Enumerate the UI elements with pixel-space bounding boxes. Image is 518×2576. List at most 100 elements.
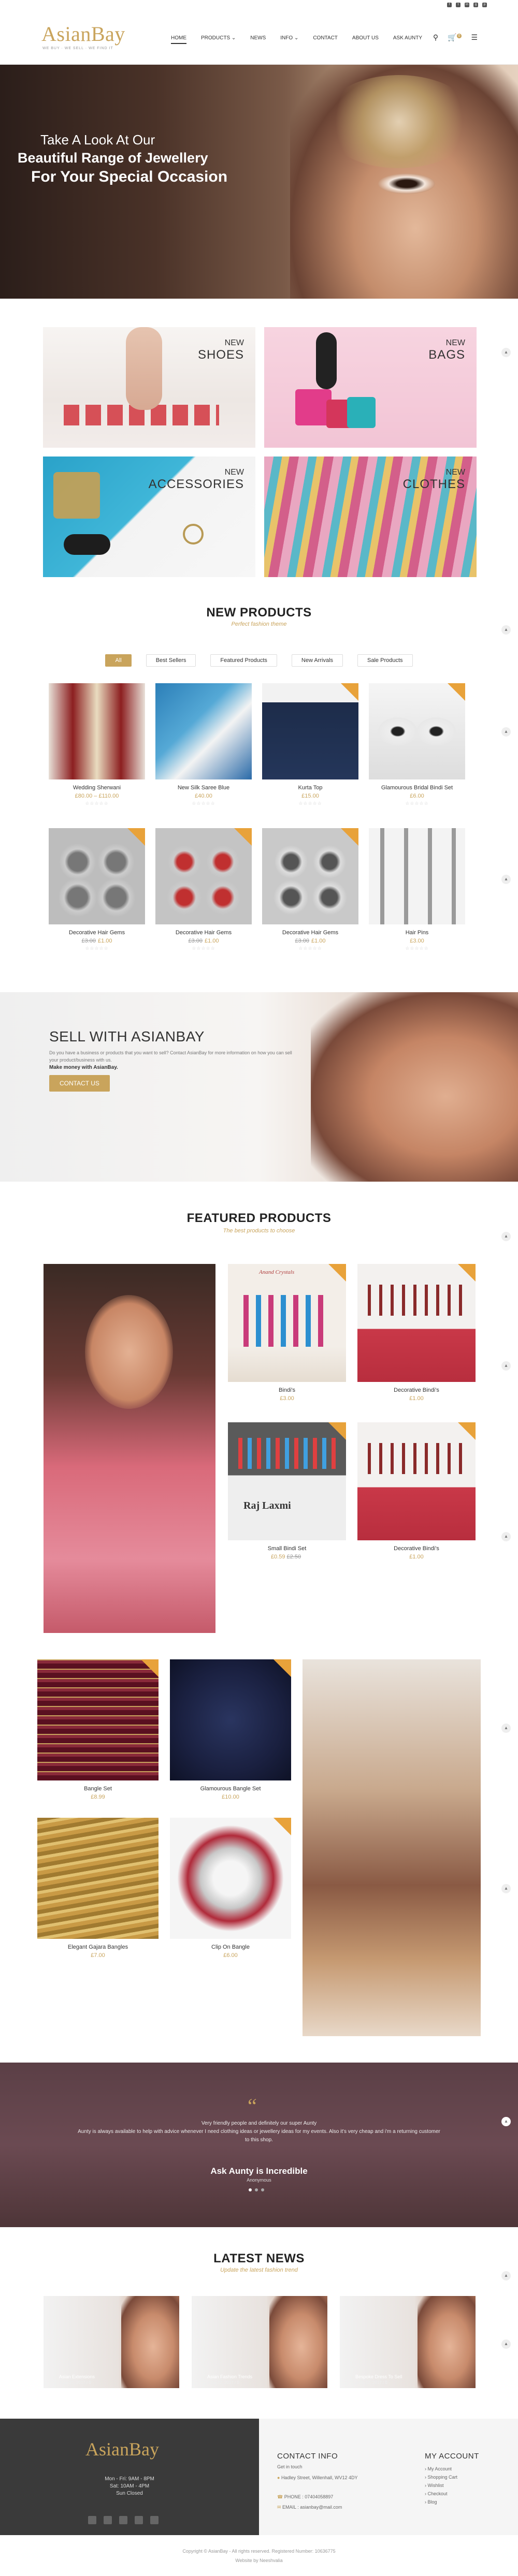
category-tile-bags[interactable]: NEW BAGS bbox=[264, 327, 477, 448]
tab-best-sellers[interactable]: Best Sellers bbox=[146, 654, 196, 667]
scroll-up-icon[interactable]: ▴ bbox=[501, 875, 511, 884]
scroll-up-icon[interactable]: ▴ bbox=[501, 625, 511, 635]
product-name[interactable]: Elegant Gajara Bangles bbox=[37, 1944, 159, 1950]
product-image[interactable] bbox=[170, 1659, 291, 1780]
product-image[interactable] bbox=[262, 683, 358, 779]
footer-link-blog[interactable]: › Blog bbox=[425, 2499, 437, 2505]
product-image[interactable] bbox=[369, 683, 465, 779]
facebook-icon[interactable]: f bbox=[447, 3, 452, 7]
facebook-icon[interactable] bbox=[88, 2516, 96, 2524]
product-card[interactable]: Decorative Hair Gems £3.00 £1.00 ☆☆☆☆☆ bbox=[49, 828, 145, 951]
nav-products[interactable]: PRODUCTS ⌄ bbox=[201, 35, 236, 44]
credit-link[interactable]: Website by Neeshvalia bbox=[0, 2558, 518, 2563]
google-plus-icon[interactable] bbox=[135, 2516, 143, 2524]
scroll-up-icon[interactable]: ▴ bbox=[501, 1361, 511, 1371]
news-card[interactable]: Bespoke Dress To Sell June 22, 2017 / 0 bbox=[340, 2296, 476, 2388]
product-name[interactable]: Decorative Hair Gems bbox=[49, 930, 145, 936]
nav-news[interactable]: NEWS bbox=[250, 35, 266, 44]
product-image[interactable] bbox=[170, 1818, 291, 1939]
product-name[interactable]: Decorative Bindi's bbox=[357, 1545, 476, 1552]
featured-product-card[interactable]: Bangle Set £8.99 bbox=[37, 1659, 159, 1800]
product-name[interactable]: Kurta Top bbox=[262, 785, 358, 791]
product-card[interactable]: Decorative Hair Gems £3.00 £1.00 ☆☆☆☆☆ bbox=[262, 828, 358, 951]
product-card[interactable]: Glamourous Bridal Bindi Set £6.00 ☆☆☆☆☆ bbox=[369, 683, 465, 806]
contact-us-button[interactable]: CONTACT US bbox=[49, 1075, 110, 1092]
product-name[interactable]: Small Bindi Set bbox=[228, 1545, 346, 1552]
product-name[interactable]: Glamourous Bridal Bindi Set bbox=[369, 785, 465, 791]
scroll-up-icon[interactable]: ▴ bbox=[501, 2339, 511, 2349]
site-logo[interactable]: AsianBay bbox=[41, 22, 125, 46]
nav-about-us[interactable]: ABOUT US bbox=[352, 35, 379, 44]
tab-sale-products[interactable]: Sale Products bbox=[357, 654, 413, 667]
product-name[interactable]: Bangle Set bbox=[37, 1786, 159, 1792]
product-image[interactable] bbox=[155, 828, 252, 924]
scroll-up-icon[interactable]: ▴ bbox=[501, 1532, 511, 1541]
twitter-icon[interactable]: t bbox=[456, 3, 461, 7]
scroll-up-icon[interactable]: ▴ bbox=[501, 2271, 511, 2280]
product-name[interactable]: Clip On Bangle bbox=[170, 1944, 291, 1950]
product-image[interactable] bbox=[262, 828, 358, 924]
product-image[interactable] bbox=[37, 1818, 159, 1939]
cart-icon[interactable]: 🛒 0 bbox=[448, 33, 462, 42]
product-card[interactable]: New Silk Saree Blue £40.00 ☆☆☆☆☆ bbox=[155, 683, 252, 806]
product-name[interactable]: New Silk Saree Blue bbox=[155, 785, 252, 791]
category-tile-clothes[interactable]: NEW CLOTHES bbox=[264, 457, 477, 577]
product-name[interactable]: Bindi's bbox=[228, 1387, 346, 1393]
product-image[interactable] bbox=[369, 828, 465, 924]
product-card[interactable]: Decorative Hair Gems £3.00 £1.00 ☆☆☆☆☆ bbox=[155, 828, 252, 951]
product-name[interactable]: Decorative Hair Gems bbox=[262, 930, 358, 936]
product-image[interactable]: Raj Laxmi bbox=[228, 1422, 346, 1540]
featured-product-card[interactable]: Decorative Bindi's £1.00 bbox=[357, 1422, 476, 1560]
scroll-up-icon[interactable]: ▴ bbox=[501, 1884, 511, 1893]
featured-product-card[interactable]: Elegant Gajara Bangles £7.00 bbox=[37, 1818, 159, 1959]
carousel-dot[interactable] bbox=[255, 2188, 258, 2191]
scroll-up-icon[interactable]: ▴ bbox=[501, 1724, 511, 1733]
featured-product-card[interactable]: Raj Laxmi Small Bindi Set £0.59 £2.50 bbox=[228, 1422, 346, 1560]
search-icon[interactable]: ⚲ bbox=[433, 33, 438, 42]
twitter-icon[interactable] bbox=[104, 2516, 112, 2524]
featured-product-card[interactable]: Glamourous Bangle Set £10.00 bbox=[170, 1659, 291, 1800]
contact-phone[interactable]: ☎ PHONE : 07404058897 bbox=[277, 2494, 333, 2500]
linkedin-icon[interactable] bbox=[119, 2516, 127, 2524]
news-caption[interactable]: Asian Extensions June 22, 2017 / 0 bbox=[59, 2374, 95, 2386]
contact-email[interactable]: ✉ EMAIL : asianbay@mail.com bbox=[277, 2505, 342, 2510]
carousel-dot[interactable] bbox=[261, 2188, 264, 2191]
featured-product-card[interactable]: Decorative Bindi's £1.00 bbox=[357, 1264, 476, 1402]
featured-product-card[interactable]: Clip On Bangle £6.00 bbox=[170, 1818, 291, 1959]
product-image[interactable] bbox=[357, 1264, 476, 1382]
carousel-dot[interactable] bbox=[249, 2188, 252, 2191]
news-caption[interactable]: Bespoke Dress To Sell June 22, 2017 / 0 bbox=[355, 2374, 402, 2386]
scroll-up-icon[interactable]: ▴ bbox=[501, 1232, 511, 1241]
tab-new-arrivals[interactable]: New Arrivals bbox=[291, 654, 343, 667]
pinterest-icon[interactable]: p bbox=[482, 3, 487, 7]
news-card[interactable]: Asian Extensions June 22, 2017 / 0 bbox=[44, 2296, 179, 2388]
product-name[interactable]: Hair Pins bbox=[369, 930, 465, 936]
footer-link-shopping-cart[interactable]: › Shopping Cart bbox=[425, 2475, 457, 2480]
nav-home[interactable]: HOME bbox=[171, 35, 186, 44]
footer-link-checkout[interactable]: › Checkout bbox=[425, 2491, 448, 2496]
news-card[interactable]: Asian Fashion Trends June 22, 2017 / 0 bbox=[192, 2296, 327, 2388]
google-plus-icon[interactable]: g bbox=[473, 3, 478, 7]
product-image[interactable] bbox=[357, 1422, 476, 1540]
footer-logo[interactable]: AsianBay bbox=[85, 2438, 159, 2460]
product-name[interactable]: Decorative Bindi's bbox=[357, 1387, 476, 1393]
news-caption[interactable]: Asian Fashion Trends June 22, 2017 / 0 bbox=[207, 2374, 252, 2386]
nav-contact[interactable]: CONTACT bbox=[313, 35, 338, 44]
product-image[interactable] bbox=[49, 828, 145, 924]
product-card[interactable]: Wedding Sherwani £80.00 – £110.00 ☆☆☆☆☆ bbox=[49, 683, 145, 806]
linkedin-icon[interactable]: in bbox=[465, 3, 469, 7]
tab-featured-products[interactable]: Featured Products bbox=[210, 654, 277, 667]
featured-product-card[interactable]: Anand Crystals Bindi's £3.00 bbox=[228, 1264, 346, 1402]
menu-icon[interactable]: ☰ bbox=[471, 33, 478, 42]
scroll-up-icon[interactable]: ▴ bbox=[501, 727, 511, 737]
product-card[interactable]: Kurta Top £15.00 ☆☆☆☆☆ bbox=[262, 683, 358, 806]
product-name[interactable]: Glamourous Bangle Set bbox=[170, 1786, 291, 1792]
tab-all[interactable]: All bbox=[105, 654, 132, 667]
product-image[interactable]: Anand Crystals bbox=[228, 1264, 346, 1382]
product-image[interactable] bbox=[49, 683, 145, 779]
product-image[interactable] bbox=[155, 683, 252, 779]
product-name[interactable]: Wedding Sherwani bbox=[49, 785, 145, 791]
scroll-up-icon[interactable]: ▴ bbox=[501, 348, 511, 357]
nav-ask-aunty[interactable]: ASK AUNTY bbox=[393, 35, 422, 44]
nav-info[interactable]: INFO ⌄ bbox=[280, 35, 298, 44]
